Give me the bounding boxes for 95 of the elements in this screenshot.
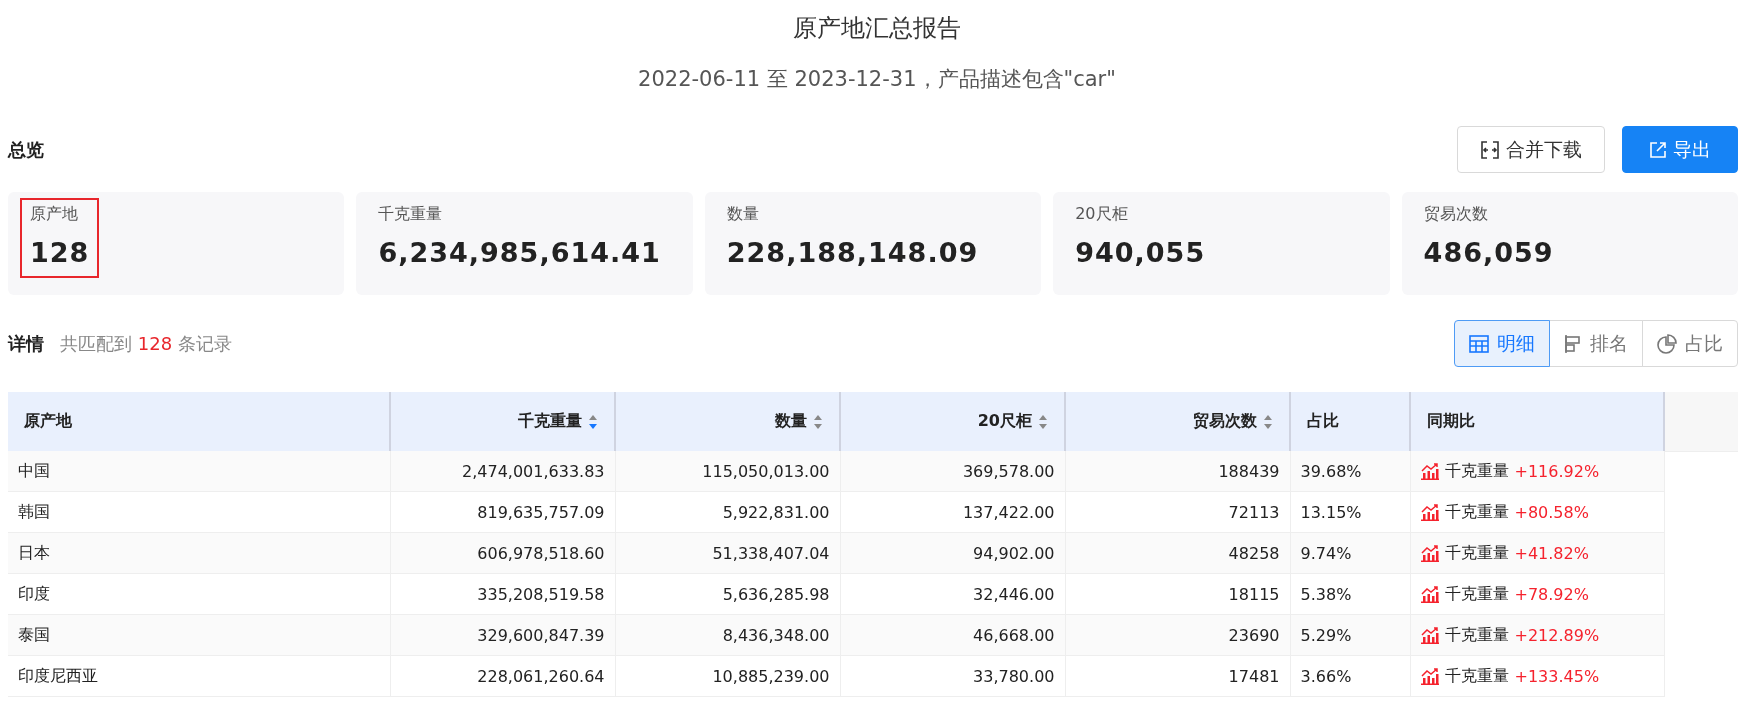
column-header[interactable]: 贸易次数 bbox=[1193, 411, 1273, 432]
view-tab[interactable]: 明细 bbox=[1454, 320, 1550, 367]
table-cell: 17481 bbox=[1228, 666, 1280, 686]
table-cell: 韩国 bbox=[18, 501, 50, 521]
yoy-metric: 千克重量 bbox=[1444, 583, 1509, 605]
view-tab[interactable]: 占比 bbox=[1642, 320, 1738, 367]
table-cell: 48258 bbox=[1228, 543, 1280, 563]
table-cell: 228,061,260.64 bbox=[477, 666, 605, 686]
trend-chart-icon bbox=[1420, 503, 1439, 521]
table-cell: 8,436,348.00 bbox=[722, 625, 830, 645]
table-cell: 32,446.00 bbox=[973, 584, 1055, 604]
table-cell: 94,902.00 bbox=[973, 543, 1055, 563]
table-cell: 369,578.00 bbox=[962, 461, 1055, 481]
yoy-metric: 千克重量 bbox=[1444, 501, 1509, 523]
table-cell: 606,978,518.60 bbox=[477, 543, 605, 563]
stat-value: 228,188,148.09 bbox=[726, 237, 979, 268]
stat-label: 20尺柜 bbox=[1075, 204, 1129, 225]
sort-icon[interactable] bbox=[588, 413, 598, 430]
table-cell: 13.15% bbox=[1300, 502, 1362, 522]
table-cell: 印度尼西亚 bbox=[18, 665, 98, 685]
yoy-metric: 千克重量 bbox=[1444, 624, 1509, 646]
merge-icon bbox=[1480, 139, 1500, 160]
table-cell: 5.38% bbox=[1300, 584, 1352, 604]
table-cell: 115,050,013.00 bbox=[702, 461, 830, 481]
stat-highlight[interactable]: 数量 228,188,148.09 bbox=[716, 198, 989, 274]
yoy-metric: 千克重量 bbox=[1444, 665, 1509, 687]
table-cell: 10,885,239.00 bbox=[712, 666, 830, 686]
table-cell: 18115 bbox=[1228, 584, 1280, 604]
trend-chart-icon bbox=[1420, 585, 1439, 603]
yoy-change: +133.45% bbox=[1514, 666, 1600, 686]
stat-value: 486,059 bbox=[1423, 237, 1554, 268]
column-header[interactable]: 同期比 bbox=[1427, 411, 1475, 432]
yoy-change: +41.82% bbox=[1514, 543, 1589, 563]
sort-icon[interactable] bbox=[1038, 413, 1048, 430]
table-cell: 5,922,831.00 bbox=[722, 502, 830, 522]
table-cell: 51,338,407.04 bbox=[712, 543, 830, 563]
stat-value: 128 bbox=[30, 237, 90, 268]
column-header[interactable]: 占比 bbox=[1307, 411, 1339, 432]
table-cell: 5,636,285.98 bbox=[722, 584, 830, 604]
table-cell: 33,780.00 bbox=[973, 666, 1055, 686]
table-cell: 819,635,757.09 bbox=[477, 502, 605, 522]
yoy-metric: 千克重量 bbox=[1444, 542, 1509, 564]
trend-chart-icon bbox=[1420, 667, 1439, 685]
yoy-change: +78.92% bbox=[1514, 584, 1589, 604]
table-cell: 188439 bbox=[1218, 461, 1280, 481]
stat-highlight[interactable]: 贸易次数 486,059 bbox=[1413, 198, 1564, 274]
stat-highlight[interactable]: 千克重量 6,234,985,614.41 bbox=[368, 198, 671, 274]
stat-label: 千克重量 bbox=[378, 204, 444, 225]
table-cell: 3.66% bbox=[1300, 666, 1352, 686]
match-summary: 共匹配到 128 条记录 bbox=[60, 331, 232, 356]
pie-icon bbox=[1657, 333, 1677, 354]
stat-label: 数量 bbox=[726, 204, 760, 225]
sort-icon[interactable] bbox=[1263, 413, 1273, 430]
trend-chart-icon bbox=[1420, 544, 1439, 562]
yoy-change: +80.58% bbox=[1514, 502, 1589, 522]
table-cell: 335,208,519.58 bbox=[477, 584, 605, 604]
table-cell: 泰国 bbox=[18, 624, 50, 644]
sort-icon[interactable] bbox=[813, 413, 823, 430]
trend-chart-icon bbox=[1420, 462, 1439, 480]
table-cell: 中国 bbox=[18, 460, 50, 480]
stat-label: 贸易次数 bbox=[1423, 204, 1489, 225]
column-header[interactable]: 数量 bbox=[775, 411, 823, 432]
table-cell: 印度 bbox=[18, 583, 50, 603]
report-title: 原产地汇总报告 bbox=[793, 13, 961, 44]
view-tab[interactable]: 排名 bbox=[1549, 320, 1643, 367]
trend-chart-icon bbox=[1420, 626, 1439, 644]
table-cell: 72113 bbox=[1228, 502, 1280, 522]
merge-download-button[interactable]: 合并下载 bbox=[1457, 126, 1605, 173]
table-icon bbox=[1469, 334, 1489, 353]
column-header[interactable]: 原产地 bbox=[24, 411, 72, 432]
yoy-change: +212.89% bbox=[1514, 625, 1600, 645]
table-cell: 46,668.00 bbox=[973, 625, 1055, 645]
export-button[interactable]: 导出 bbox=[1622, 126, 1738, 173]
bar-rank-icon bbox=[1564, 333, 1582, 354]
table-cell: 23690 bbox=[1228, 625, 1280, 645]
section-heading: 详情 bbox=[8, 331, 44, 356]
table-cell: 39.68% bbox=[1300, 461, 1362, 481]
section-heading: 总览 bbox=[8, 137, 44, 162]
table-cell: 日本 bbox=[18, 542, 50, 562]
table-cell: 5.29% bbox=[1300, 625, 1352, 645]
yoy-change: +116.92% bbox=[1514, 461, 1600, 481]
report-subtitle: 2022-06-11 至 2023-12-31，产品描述包含"car" bbox=[638, 66, 1116, 93]
table-cell: 329,600,847.39 bbox=[477, 625, 605, 645]
stat-highlight[interactable]: 20尺柜 940,055 bbox=[1065, 198, 1216, 274]
column-header[interactable]: 20尺柜 bbox=[977, 411, 1048, 432]
stat-value: 6,234,985,614.41 bbox=[378, 237, 661, 268]
stat-highlight[interactable]: 原产地 128 bbox=[20, 198, 100, 278]
table-cell: 9.74% bbox=[1300, 543, 1352, 563]
stat-label: 原产地 bbox=[30, 204, 79, 225]
table-cell: 2,474,001,633.83 bbox=[462, 461, 605, 481]
table-cell: 137,422.00 bbox=[962, 502, 1055, 522]
stat-value: 940,055 bbox=[1075, 237, 1206, 268]
export-icon bbox=[1649, 140, 1667, 159]
column-header[interactable]: 千克重量 bbox=[518, 411, 598, 432]
yoy-metric: 千克重量 bbox=[1444, 460, 1509, 482]
